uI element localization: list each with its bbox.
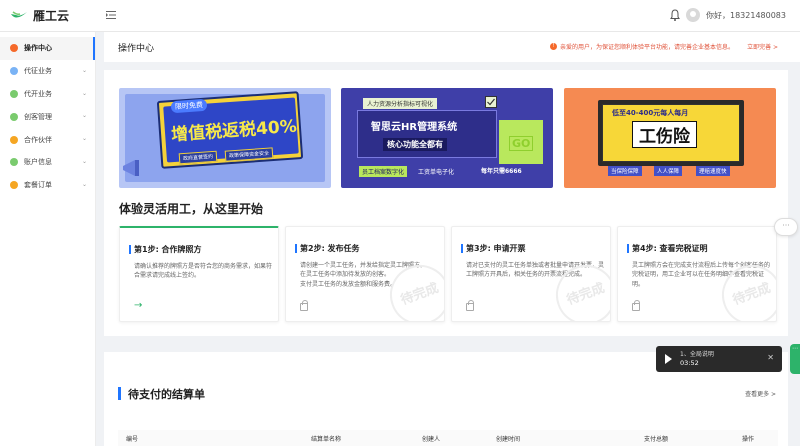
lock-icon [300,300,308,311]
step-card-4[interactable]: 第4步: 查看完税证明 灵工牌照方会在完成支付流程后上传每个创客任务的完税证明，… [617,226,777,322]
banner-injury-insurance[interactable]: 低至40-400元每人每月 工伤险 当保险保障 人人保障 理赔速度快 [564,88,776,188]
top-bar: 雁工云 你好，18321480083 [0,0,800,32]
banner-price: 每年只需6666 [481,168,522,175]
column-header[interactable]: 操作 [742,434,754,443]
column-header[interactable]: 创建人 [422,434,440,443]
column-header[interactable]: 支付总额 [644,434,668,443]
banner-top-label: 低至40-400元每人每月 [612,109,689,117]
sidebar-item-label: 创客管理 [24,112,52,121]
banner-tag: 工资单电子化 [418,169,455,176]
step-card-3[interactable]: 第3步: 申请开票 请对已支付的灵工任务单独或者批量申请开发票，灵工牌照方开具后… [451,226,611,322]
chevron-down-icon: ⌄ [81,112,87,120]
users-icon [10,112,18,121]
chevron-down-icon: ⌄ [81,180,87,188]
app-name: 雁工云 [33,9,70,23]
settlement-title: 待支付的结算单 [118,386,205,402]
banner-vat-refund[interactable]: 限时免费 增值税返税40% 政府直营签约 政策保障资金安全 [119,88,331,188]
close-icon[interactable]: ✕ [767,353,774,362]
banner-tag: 限时免费 [170,98,208,114]
banner-tag: 理赔速度快 [696,166,730,176]
step-title: 第2步: 发布任务 [295,244,360,253]
partner-icon [10,135,18,144]
sidebar-item-label: 套餐订单 [24,181,52,190]
video-duration: 03:52 [680,359,699,367]
sidebar-item-partners[interactable]: 合作伙伴 ⌄ [0,128,95,151]
banner-tag: 当保险保障 [608,166,642,176]
order-icon [10,181,18,190]
step-title: 第4步: 查看完税证明 [627,244,708,253]
banner-top-label: 人力资源分析指标可视化 [363,98,438,109]
section-title: 体验灵活用工，从这里开始 [119,202,264,216]
step-card-2[interactable]: 第2步: 发布任务 请创建一个灵工任务，并发给指定灵工牌照方。 在灵工任务中添加… [285,226,445,322]
sidebar: 操作中心 代征业务 ⌄ 代开业务 ⌄ 创客管理 ⌄ 合作伙伴 ⌄ 账户信息 ⌄ … [0,32,96,446]
lock-icon [466,300,474,311]
banner-hr-system[interactable]: 人力资源分析指标可视化 智思云HR管理系统 核心功能全都有 GO 员工档案数字化… [341,88,553,188]
main-content: 限时免费 增值税返税40% 政府直营签约 政策保障资金安全 人力资源分析指标可视… [104,70,788,336]
account-icon [10,158,18,167]
step-title: 第1步: 合作牌照方 [129,245,202,254]
sidebar-item-label: 合作伙伴 [24,135,52,144]
invoice-icon [10,89,18,98]
chevron-down-icon: ⌄ [81,135,87,143]
info-icon: ! [550,43,558,50]
sidebar-item-label: 代开业务 [24,89,52,98]
bell-icon[interactable] [670,9,680,21]
arrow-right-icon[interactable]: → [134,300,142,311]
page-header: 操作中心 ! 亲爱的用户，为保证您顺利体验平台功能，请完善企业基本信息。 立即完… [104,32,800,62]
step-description: 请确认推荐的牌照方是否符合您的商务需求，如果符合需求请完成线上签约。 [134,263,273,280]
sidebar-item-tax-collection[interactable]: 代征业务 ⌄ [0,60,95,83]
banner-tag: 员工档案数字化 [359,166,408,177]
video-title: 1、全局说明 [680,351,714,358]
logo[interactable]: 雁工云 [10,7,69,24]
checkbox-icon [485,96,497,108]
column-header[interactable]: 结算单名称 [311,434,341,443]
logo-icon [11,10,27,18]
step-card-1[interactable]: 第1步: 合作牌照方 请确认推荐的牌照方是否符合您的商务需求，如果符合需求请完成… [119,226,279,322]
chevron-down-icon: ⌄ [81,89,87,97]
column-header[interactable]: 创建时间 [496,434,520,443]
go-icon: GO [509,136,534,151]
notice-bar: ! 亲爱的用户，为保证您顺利体验平台功能，请完善企业基本信息。 立即完善 > [550,42,778,51]
avatar[interactable] [686,8,700,22]
notice-text: 亲爱的用户，为保证您顺利体验平台功能，请完善企业基本信息。 [560,44,735,51]
tax-icon [10,67,18,76]
banner-headline: 智思云HR管理系统 [371,122,458,133]
lock-icon [632,300,640,311]
play-icon[interactable] [665,354,672,364]
sidebar-item-label: 操作中心 [24,44,52,53]
table-header: 编号 结算单名称 创建人 创建时间 支付总额 操作 [118,430,778,446]
sidebar-item-label: 账户信息 [24,158,52,167]
column-header[interactable]: 编号 [126,434,138,443]
sidebar-item-operation-center[interactable]: 操作中心 [0,37,95,60]
sidebar-item-package-orders[interactable]: 套餐订单 ⌄ [0,174,95,197]
banner-headline: 工伤险 [632,121,697,148]
sidebar-item-invoicing[interactable]: 代开业务 ⌄ [0,83,95,106]
megaphone-icon [123,160,139,176]
sidebar-item-label: 代征业务 [24,67,52,76]
user-greeting[interactable]: 你好，18321480083 [706,10,786,21]
home-icon [10,44,18,53]
banner-tag: 人人保障 [654,166,683,176]
side-float-tab[interactable]: ⋯ [790,344,800,374]
user-area: 你好，18321480083 [670,8,786,22]
sidebar-item-maker-management[interactable]: 创客管理 ⌄ [0,105,95,128]
chat-icon[interactable]: ··· [774,218,798,236]
page-title: 操作中心 [118,44,155,54]
chevron-down-icon: ⌄ [81,157,87,165]
sidebar-item-account[interactable]: 账户信息 ⌄ [0,151,95,174]
video-player[interactable]: 1、全局说明 03:52 ✕ [656,346,782,372]
menu-toggle-icon[interactable] [106,10,116,20]
complete-info-link[interactable]: 立即完善 > [747,42,778,51]
banner-sub: 核心功能全都有 [383,138,447,151]
step-title: 第3步: 申请开票 [461,244,526,253]
view-more-link[interactable]: 查看更多 > [745,389,776,398]
chevron-down-icon: ⌄ [81,66,87,74]
